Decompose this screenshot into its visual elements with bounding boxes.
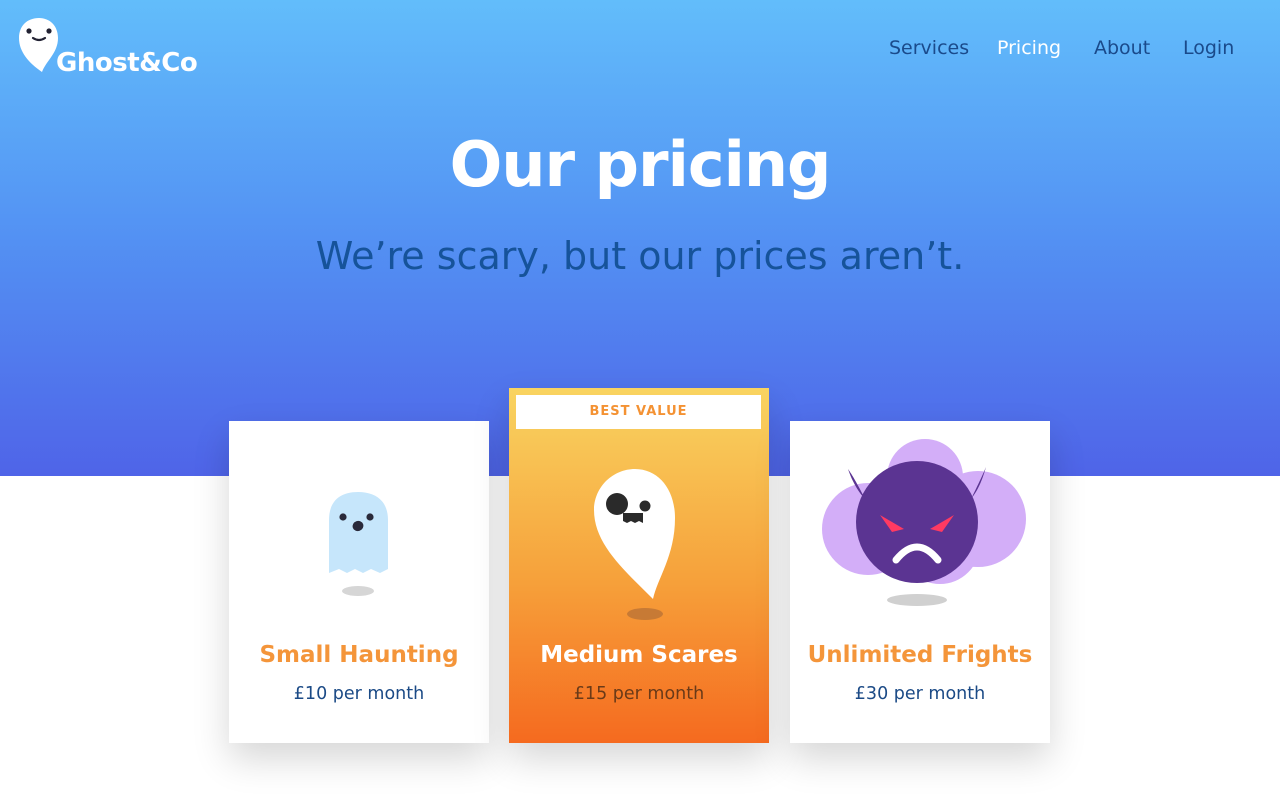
nav-link-about[interactable]: About <box>1094 37 1150 59</box>
pricing-card-unlimited[interactable]: Unlimited Frights £30 per month <box>790 421 1050 743</box>
pricing-card-medium[interactable]: BEST VALUE Medium Scares £15 per month <box>509 388 769 743</box>
plan-price: £10 per month <box>293 684 425 704</box>
best-value-badge: BEST VALUE <box>516 395 761 429</box>
plan-price: £15 per month <box>573 684 705 704</box>
brand-name: Ghost&Co <box>56 48 198 78</box>
page-subtitle: We’re scary, but our prices aren’t. <box>315 234 965 278</box>
pricing-card-small[interactable]: Small Haunting £10 per month <box>229 421 489 743</box>
plan-name: Medium Scares <box>540 642 738 668</box>
plan-name: Unlimited Frights <box>807 642 1033 668</box>
nav-link-login[interactable]: Login <box>1183 37 1234 59</box>
plan-name: Small Haunting <box>259 642 459 668</box>
small-ghost-icon <box>329 492 388 596</box>
nav-link-services[interactable]: Services <box>889 37 969 59</box>
nav-link-pricing[interactable]: Pricing <box>997 37 1061 59</box>
plan-price: £30 per month <box>854 684 986 704</box>
devil-cloud-icon <box>822 439 1026 606</box>
medium-ghost-icon <box>594 469 675 620</box>
page-title: Our pricing <box>449 128 832 201</box>
